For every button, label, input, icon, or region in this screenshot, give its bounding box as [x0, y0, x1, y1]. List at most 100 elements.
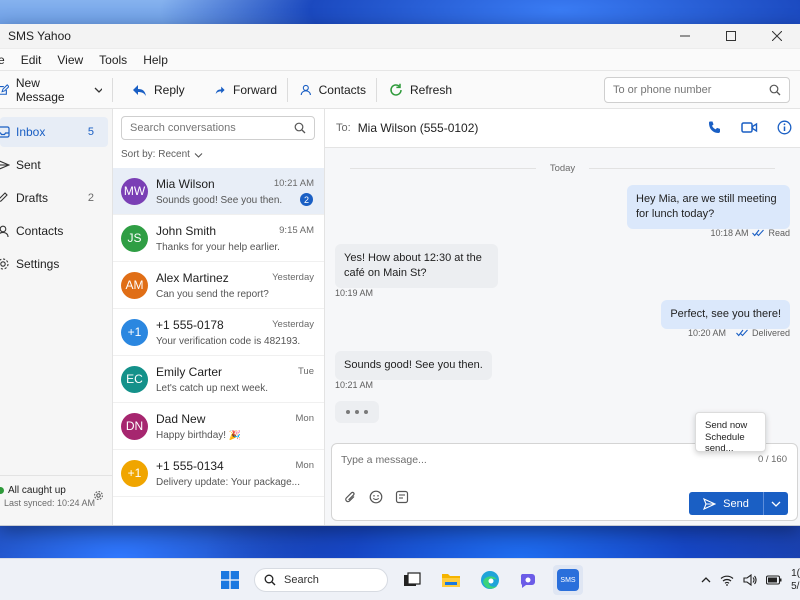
sidebar-item-settings[interactable]: Settings: [0, 249, 108, 279]
menu-tools[interactable]: Tools: [91, 53, 135, 67]
avatar: +1: [121, 318, 148, 346]
conversation-time: Yesterday: [272, 319, 314, 330]
taskbar: Search SMS 1( 5/: [0, 558, 800, 600]
task-view-button[interactable]: [397, 565, 427, 595]
send-label: Send: [723, 497, 749, 510]
conversation-item[interactable]: EC Emily Carter Let's catch up next week. T…: [113, 356, 324, 403]
call-button[interactable]: [707, 120, 722, 138]
info-button[interactable]: [777, 120, 792, 138]
chat-pane: To: Mia Wilson (555-0102) Today Hey Mia,…: [325, 109, 800, 525]
windows-icon: [221, 571, 239, 589]
message-preview: Thanks for your help earlier.: [156, 241, 280, 253]
reply-button[interactable]: Reply: [113, 75, 205, 105]
sort-dropdown[interactable]: Sort by: Recent: [113, 140, 324, 168]
sync-settings-gear-icon[interactable]: [93, 490, 104, 504]
maximize-icon: [726, 31, 736, 41]
conversation-search-input[interactable]: Search conversations: [121, 116, 315, 140]
new-message-button[interactable]: New Message: [0, 75, 112, 105]
menu-edit[interactable]: Edit: [13, 53, 50, 67]
minimize-button[interactable]: [662, 24, 708, 49]
forward-label: Forward: [232, 82, 277, 97]
avatar: MW: [121, 177, 148, 205]
sidebar-item-sent[interactable]: Sent: [0, 150, 108, 180]
message-meta: 10:19 AM: [335, 288, 373, 298]
menu-view[interactable]: View: [49, 53, 91, 67]
template-button[interactable]: [395, 490, 409, 508]
file-explorer-button[interactable]: [436, 565, 466, 595]
conversation-search-placeholder: Search conversations: [130, 122, 236, 134]
message-preview: Your verification code is 482193.: [156, 335, 301, 347]
close-button[interactable]: [754, 24, 800, 49]
drafts-icon: [0, 192, 12, 204]
person-icon: [0, 225, 12, 238]
sort-label: Sort by: Recent: [121, 149, 190, 160]
send-button[interactable]: Send: [689, 492, 763, 515]
conversation-time: Tue: [297, 366, 314, 377]
chat-app-button[interactable]: [514, 565, 544, 595]
sidebar-item-drafts[interactable]: Drafts 2: [0, 183, 108, 213]
conversation-item[interactable]: DN Dad New Happy birthday! 🎉 Mon: [113, 403, 324, 450]
forward-button[interactable]: Forward: [205, 75, 287, 105]
gear-icon: [0, 257, 12, 271]
clock[interactable]: 1( 5/: [791, 567, 800, 593]
tray-overflow-chevron-up-icon[interactable]: [701, 574, 711, 588]
conversation-item[interactable]: +1 +1 555-0134 Delivery update: Your packa…: [113, 450, 324, 497]
volume-icon[interactable]: [743, 573, 757, 589]
maximize-button[interactable]: [708, 24, 754, 49]
task-view-icon: [404, 572, 421, 586]
video-icon: [741, 122, 758, 133]
start-button[interactable]: [215, 565, 245, 595]
conversation-item[interactable]: +1 +1 555-0178 Your verification code is 4…: [113, 309, 324, 356]
message-preview: Delivery update: Your package...: [156, 476, 300, 488]
inbox-icon: [0, 126, 12, 138]
clock-time: 1(: [791, 568, 800, 579]
toolbar: New Message Reply Forward Contacts Refre…: [0, 71, 800, 109]
template-icon: [395, 490, 409, 504]
battery-icon[interactable]: [766, 574, 782, 588]
menu-file[interactable]: e: [0, 53, 13, 67]
contacts-button[interactable]: Contacts: [288, 75, 376, 105]
double-check-icon: [736, 329, 748, 337]
avatar: DN: [121, 412, 148, 440]
sidebar-item-inbox[interactable]: Inbox 5: [0, 117, 108, 147]
conversation-items: MW Mia Wilson Sounds good! See you then. 10…: [113, 168, 324, 497]
conversation-item[interactable]: AM Alex Martinez Can you send the report? Y…: [113, 262, 324, 309]
emoji-button[interactable]: [369, 490, 383, 508]
conversation-time: Mon: [295, 460, 314, 471]
contacts-label: Contacts: [318, 82, 366, 97]
menu-help[interactable]: Help: [135, 53, 176, 67]
message-status: Delivered: [751, 328, 790, 338]
refresh-button[interactable]: Refresh: [377, 75, 462, 105]
recipient-search-input[interactable]: To or phone number: [604, 77, 790, 103]
search-icon: [294, 122, 306, 134]
message-preview: Happy birthday! 🎉: [156, 429, 242, 441]
conversation-item[interactable]: MW Mia Wilson Sounds good! See you then. 10…: [113, 168, 324, 215]
message-composer[interactable]: Type a message... 0 / 160 Send: [331, 443, 798, 521]
minimize-icon: [680, 35, 690, 37]
contact-name: Dad New: [156, 411, 206, 426]
send-icon: [703, 497, 717, 510]
taskbar-search[interactable]: Search: [254, 568, 388, 592]
attach-button[interactable]: [344, 490, 357, 508]
message-status: Read: [768, 228, 790, 238]
message-bubble-incoming: Sounds good! See you then.: [335, 351, 492, 380]
sms-app-button[interactable]: SMS: [553, 565, 583, 595]
video-call-button[interactable]: [741, 120, 758, 138]
paperclip-icon: [345, 491, 355, 503]
sms-app-icon: SMS: [557, 569, 579, 591]
conversation-item[interactable]: JS John Smith Thanks for your help earlier…: [113, 215, 324, 262]
send-options-dropdown[interactable]: [763, 492, 788, 515]
day-separator: Today: [325, 163, 800, 174]
sidebar-item-contacts[interactable]: Contacts: [0, 216, 108, 246]
message-meta: 10:20 AM Delivered: [688, 328, 790, 338]
message-preview: Let's catch up next week.: [156, 382, 268, 394]
schedule-send-option[interactable]: Schedule send...: [696, 432, 765, 454]
message-bubble-outgoing: Hey Mia, are we still meeting for lunch …: [627, 185, 790, 229]
sidebar: Inbox 5 Sent Drafts 2 Contacts Settings …: [0, 109, 113, 525]
edge-browser-button[interactable]: [475, 565, 505, 595]
drafts-count: 2: [87, 192, 94, 204]
wifi-icon[interactable]: [720, 574, 734, 589]
conversation-time: Yesterday: [272, 272, 314, 283]
title-bar: SMS Yahoo: [0, 24, 800, 49]
avatar: JS: [121, 224, 148, 252]
